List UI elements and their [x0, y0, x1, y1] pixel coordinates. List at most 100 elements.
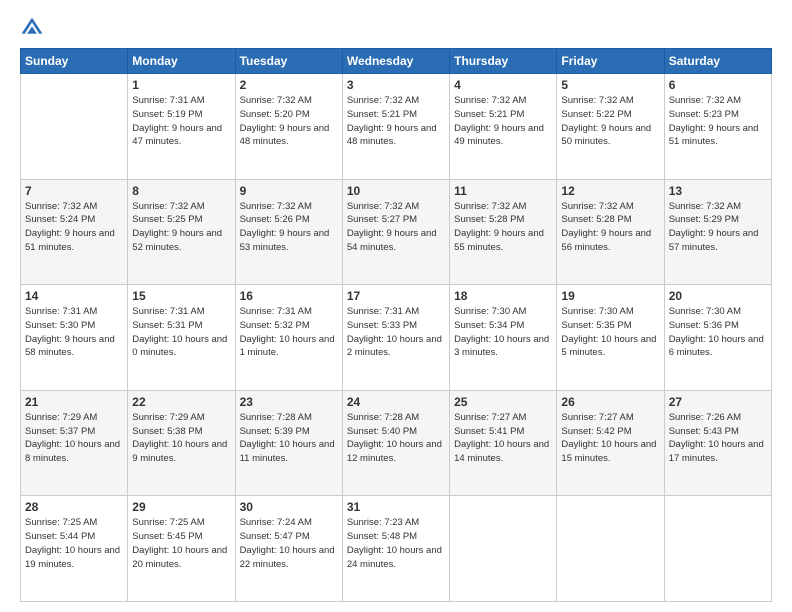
day-info: Sunrise: 7:29 AM Sunset: 5:38 PM Dayligh…: [132, 411, 230, 466]
daylight-text: Daylight: 10 hours and 15 minutes.: [561, 439, 656, 464]
sunrise-text: Sunrise: 7:31 AM: [132, 306, 204, 317]
day-info: Sunrise: 7:30 AM Sunset: 5:34 PM Dayligh…: [454, 305, 552, 360]
calendar-cell: 5 Sunrise: 7:32 AM Sunset: 5:22 PM Dayli…: [557, 74, 664, 180]
calendar-cell: 12 Sunrise: 7:32 AM Sunset: 5:28 PM Dayl…: [557, 179, 664, 285]
calendar-row-0: 1 Sunrise: 7:31 AM Sunset: 5:19 PM Dayli…: [21, 74, 772, 180]
sunrise-text: Sunrise: 7:30 AM: [669, 306, 741, 317]
sunrise-text: Sunrise: 7:25 AM: [132, 517, 204, 528]
daylight-text: Daylight: 9 hours and 47 minutes.: [132, 123, 222, 148]
day-info: Sunrise: 7:31 AM Sunset: 5:30 PM Dayligh…: [25, 305, 123, 360]
day-number: 25: [454, 395, 552, 409]
daylight-text: Daylight: 9 hours and 56 minutes.: [561, 228, 651, 253]
day-info: Sunrise: 7:30 AM Sunset: 5:36 PM Dayligh…: [669, 305, 767, 360]
sunrise-text: Sunrise: 7:29 AM: [132, 412, 204, 423]
sunset-text: Sunset: 5:28 PM: [454, 214, 524, 225]
day-number: 8: [132, 184, 230, 198]
sunrise-text: Sunrise: 7:32 AM: [132, 201, 204, 212]
day-number: 12: [561, 184, 659, 198]
sunset-text: Sunset: 5:34 PM: [454, 320, 524, 331]
day-number: 29: [132, 500, 230, 514]
sunrise-text: Sunrise: 7:32 AM: [454, 201, 526, 212]
sunset-text: Sunset: 5:41 PM: [454, 426, 524, 437]
calendar-cell: 22 Sunrise: 7:29 AM Sunset: 5:38 PM Dayl…: [128, 390, 235, 496]
sunrise-text: Sunrise: 7:29 AM: [25, 412, 97, 423]
day-number: 6: [669, 78, 767, 92]
daylight-text: Daylight: 9 hours and 50 minutes.: [561, 123, 651, 148]
day-number: 30: [240, 500, 338, 514]
sunrise-text: Sunrise: 7:30 AM: [454, 306, 526, 317]
day-number: 3: [347, 78, 445, 92]
calendar-cell: 1 Sunrise: 7:31 AM Sunset: 5:19 PM Dayli…: [128, 74, 235, 180]
day-info: Sunrise: 7:27 AM Sunset: 5:42 PM Dayligh…: [561, 411, 659, 466]
daylight-text: Daylight: 9 hours and 48 minutes.: [347, 123, 437, 148]
day-info: Sunrise: 7:26 AM Sunset: 5:43 PM Dayligh…: [669, 411, 767, 466]
logo: [20, 16, 48, 40]
sunrise-text: Sunrise: 7:26 AM: [669, 412, 741, 423]
calendar-cell: 15 Sunrise: 7:31 AM Sunset: 5:31 PM Dayl…: [128, 285, 235, 391]
sunrise-text: Sunrise: 7:32 AM: [347, 95, 419, 106]
day-number: 11: [454, 184, 552, 198]
day-number: 31: [347, 500, 445, 514]
sunrise-text: Sunrise: 7:25 AM: [25, 517, 97, 528]
calendar-row-1: 7 Sunrise: 7:32 AM Sunset: 5:24 PM Dayli…: [21, 179, 772, 285]
sunrise-text: Sunrise: 7:32 AM: [347, 201, 419, 212]
sunrise-text: Sunrise: 7:32 AM: [240, 95, 312, 106]
day-number: 17: [347, 289, 445, 303]
sunrise-text: Sunrise: 7:23 AM: [347, 517, 419, 528]
sunrise-text: Sunrise: 7:32 AM: [25, 201, 97, 212]
daylight-text: Daylight: 10 hours and 14 minutes.: [454, 439, 549, 464]
sunset-text: Sunset: 5:47 PM: [240, 531, 310, 542]
sunrise-text: Sunrise: 7:31 AM: [25, 306, 97, 317]
day-number: 10: [347, 184, 445, 198]
day-number: 26: [561, 395, 659, 409]
sunset-text: Sunset: 5:24 PM: [25, 214, 95, 225]
day-info: Sunrise: 7:32 AM Sunset: 5:23 PM Dayligh…: [669, 94, 767, 149]
sunset-text: Sunset: 5:31 PM: [132, 320, 202, 331]
sunset-text: Sunset: 5:21 PM: [454, 109, 524, 120]
calendar-cell: 7 Sunrise: 7:32 AM Sunset: 5:24 PM Dayli…: [21, 179, 128, 285]
daylight-text: Daylight: 9 hours and 55 minutes.: [454, 228, 544, 253]
sunrise-text: Sunrise: 7:32 AM: [669, 201, 741, 212]
daylight-text: Daylight: 10 hours and 11 minutes.: [240, 439, 335, 464]
calendar-cell: 17 Sunrise: 7:31 AM Sunset: 5:33 PM Dayl…: [342, 285, 449, 391]
sunrise-text: Sunrise: 7:27 AM: [454, 412, 526, 423]
day-info: Sunrise: 7:24 AM Sunset: 5:47 PM Dayligh…: [240, 516, 338, 571]
day-info: Sunrise: 7:23 AM Sunset: 5:48 PM Dayligh…: [347, 516, 445, 571]
day-number: 13: [669, 184, 767, 198]
sunset-text: Sunset: 5:44 PM: [25, 531, 95, 542]
sunrise-text: Sunrise: 7:30 AM: [561, 306, 633, 317]
header: [20, 16, 772, 40]
sunset-text: Sunset: 5:30 PM: [25, 320, 95, 331]
day-info: Sunrise: 7:28 AM Sunset: 5:39 PM Dayligh…: [240, 411, 338, 466]
calendar-cell: 10 Sunrise: 7:32 AM Sunset: 5:27 PM Dayl…: [342, 179, 449, 285]
day-header-wednesday: Wednesday: [342, 49, 449, 74]
sunset-text: Sunset: 5:43 PM: [669, 426, 739, 437]
sunset-text: Sunset: 5:40 PM: [347, 426, 417, 437]
sunset-text: Sunset: 5:42 PM: [561, 426, 631, 437]
sunrise-text: Sunrise: 7:32 AM: [561, 95, 633, 106]
day-info: Sunrise: 7:32 AM Sunset: 5:28 PM Dayligh…: [454, 200, 552, 255]
calendar-cell: 9 Sunrise: 7:32 AM Sunset: 5:26 PM Dayli…: [235, 179, 342, 285]
sunrise-text: Sunrise: 7:31 AM: [347, 306, 419, 317]
calendar-cell: 30 Sunrise: 7:24 AM Sunset: 5:47 PM Dayl…: [235, 496, 342, 602]
calendar-cell: 13 Sunrise: 7:32 AM Sunset: 5:29 PM Dayl…: [664, 179, 771, 285]
calendar-cell: 26 Sunrise: 7:27 AM Sunset: 5:42 PM Dayl…: [557, 390, 664, 496]
daylight-text: Daylight: 10 hours and 5 minutes.: [561, 334, 656, 359]
sunset-text: Sunset: 5:23 PM: [669, 109, 739, 120]
day-info: Sunrise: 7:32 AM Sunset: 5:29 PM Dayligh…: [669, 200, 767, 255]
calendar-cell: 8 Sunrise: 7:32 AM Sunset: 5:25 PM Dayli…: [128, 179, 235, 285]
sunrise-text: Sunrise: 7:32 AM: [454, 95, 526, 106]
day-info: Sunrise: 7:31 AM Sunset: 5:32 PM Dayligh…: [240, 305, 338, 360]
day-info: Sunrise: 7:25 AM Sunset: 5:45 PM Dayligh…: [132, 516, 230, 571]
day-info: Sunrise: 7:25 AM Sunset: 5:44 PM Dayligh…: [25, 516, 123, 571]
daylight-text: Daylight: 10 hours and 2 minutes.: [347, 334, 442, 359]
daylight-text: Daylight: 10 hours and 8 minutes.: [25, 439, 120, 464]
calendar-cell: [557, 496, 664, 602]
daylight-text: Daylight: 10 hours and 19 minutes.: [25, 545, 120, 570]
sunset-text: Sunset: 5:33 PM: [347, 320, 417, 331]
day-info: Sunrise: 7:32 AM Sunset: 5:20 PM Dayligh…: [240, 94, 338, 149]
day-info: Sunrise: 7:32 AM Sunset: 5:28 PM Dayligh…: [561, 200, 659, 255]
day-number: 18: [454, 289, 552, 303]
sunset-text: Sunset: 5:48 PM: [347, 531, 417, 542]
calendar-cell: 23 Sunrise: 7:28 AM Sunset: 5:39 PM Dayl…: [235, 390, 342, 496]
